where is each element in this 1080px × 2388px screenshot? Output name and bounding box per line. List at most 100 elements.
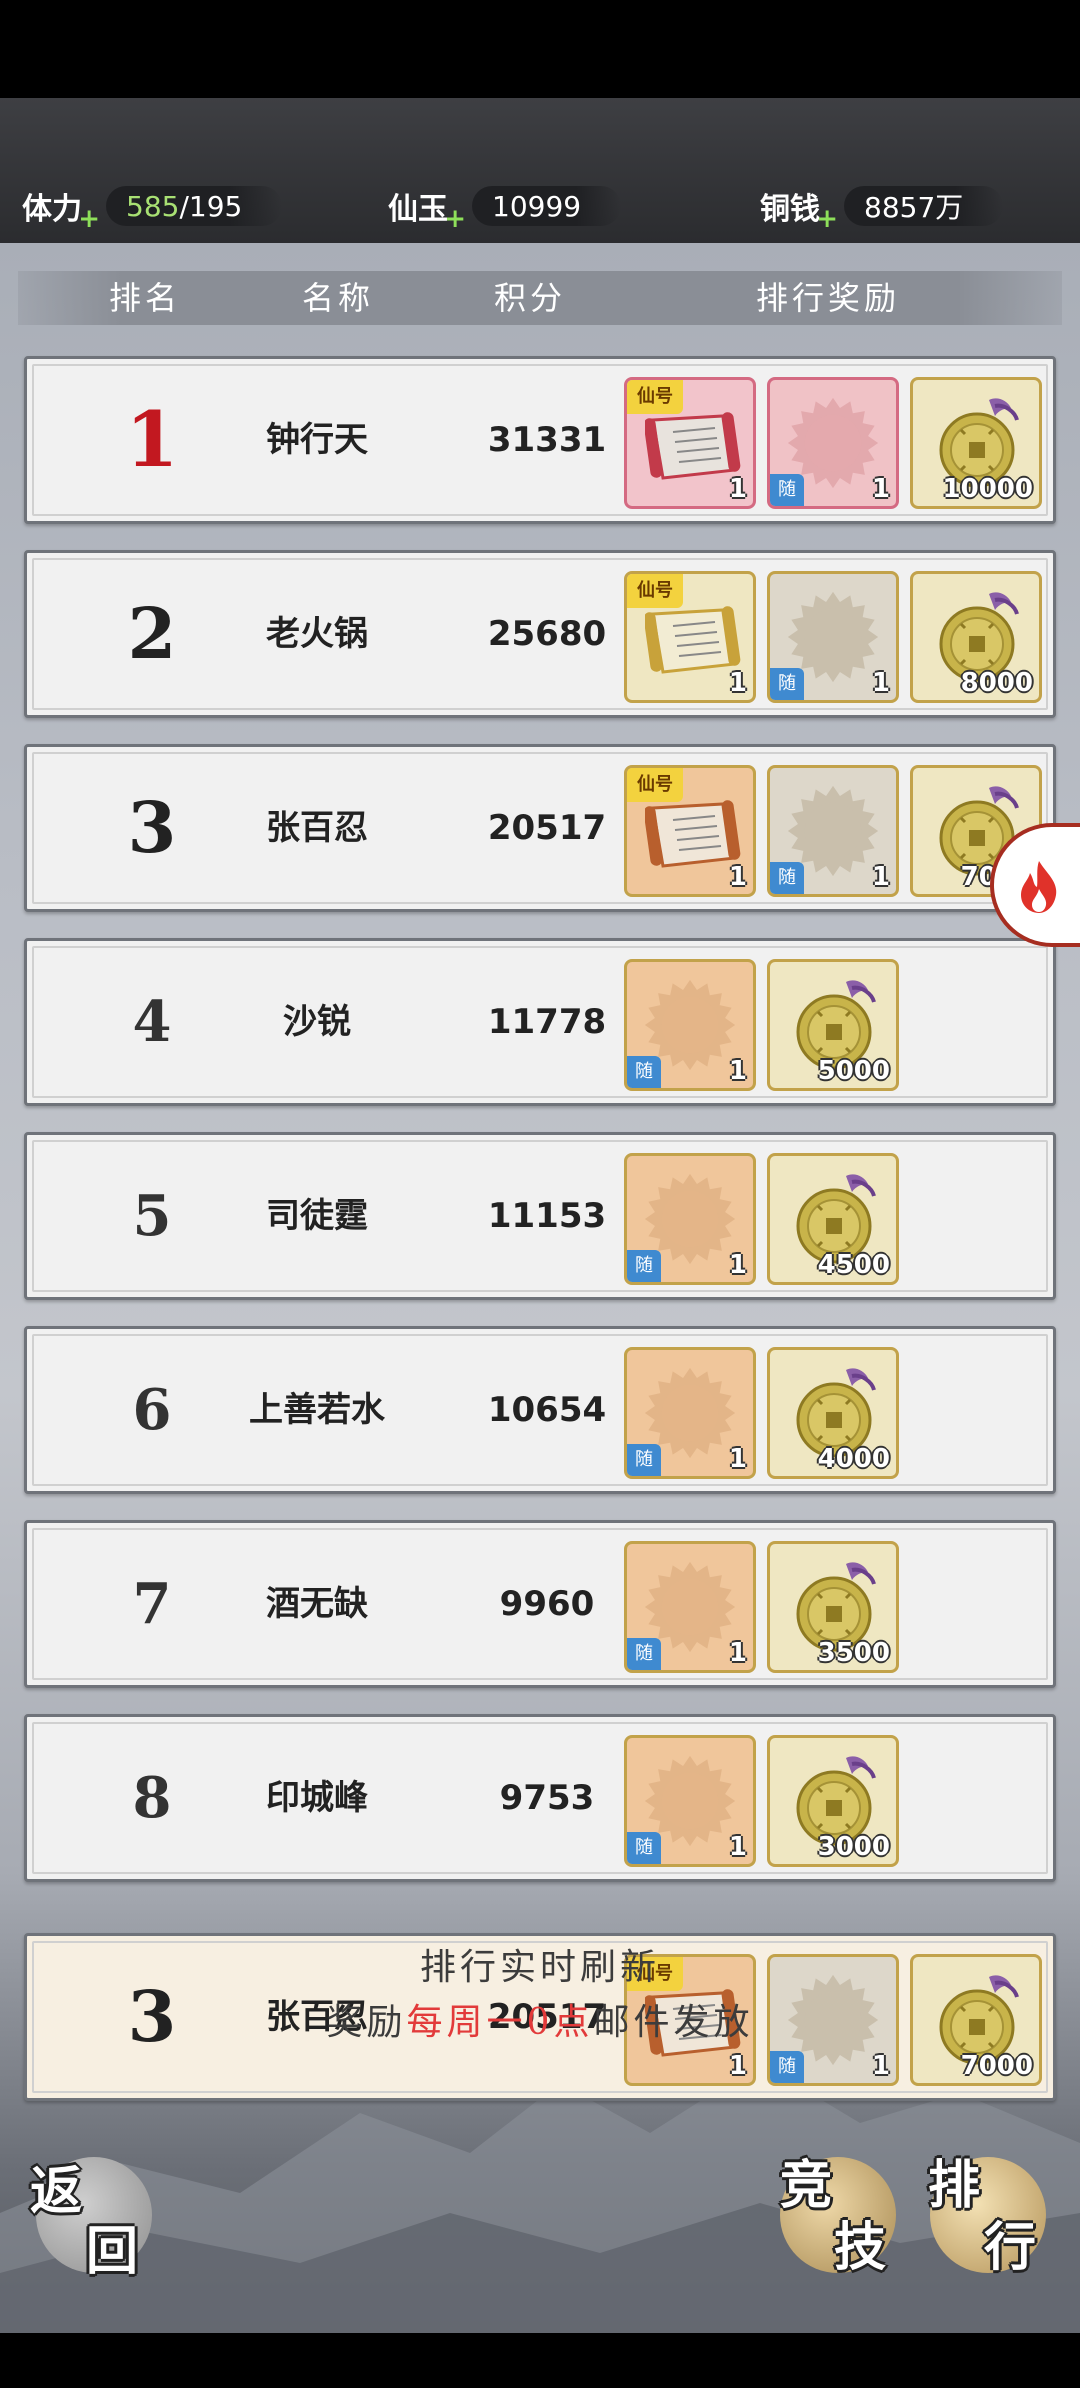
ranking-button[interactable]: 排 行: [928, 2155, 1046, 2278]
copper-pill: 8857万: [844, 186, 1004, 226]
stamina-label: 体力 +: [22, 192, 100, 234]
navigation-bar-area: [0, 2333, 1080, 2388]
item-quantity: 1: [871, 862, 890, 892]
ranking-char-1: 排: [928, 2155, 981, 2216]
jade-value: 10999: [492, 189, 582, 223]
title-reward-item[interactable]: 仙号 1: [624, 765, 756, 897]
random-reward-item[interactable]: 随1: [624, 1541, 756, 1673]
item-quantity: 4500: [817, 1250, 890, 1280]
player-score: 11778: [487, 1002, 607, 1042]
ranking-row[interactable]: 2 老火锅 25680 仙号 1 随 1 8000: [24, 550, 1056, 718]
copper-label: 铜钱 +: [760, 192, 838, 234]
stamina-pill: 585/195: [106, 186, 283, 226]
random-tag-badge: 随: [770, 474, 804, 506]
player-name: 司徒霆: [266, 1196, 368, 1236]
item-quantity: 1: [871, 474, 890, 504]
random-reward-item[interactable]: 随1: [624, 1347, 756, 1479]
rank-number: 8: [132, 1765, 172, 1831]
copper-reward-item[interactable]: 4000: [767, 1347, 899, 1479]
player-score: 9753: [499, 1778, 595, 1818]
item-quantity: 7000: [960, 2051, 1033, 2081]
random-reward-item[interactable]: 随1: [624, 959, 756, 1091]
player-score: 9960: [499, 1584, 595, 1624]
copper-reward-item[interactable]: 3500: [767, 1541, 899, 1673]
item-quantity: 1: [728, 1444, 747, 1474]
item-quantity: 4000: [817, 1444, 890, 1474]
title-reward-item[interactable]: 仙号 1: [624, 377, 756, 509]
back-char-1: 返: [30, 2161, 83, 2222]
header-name: 名称: [301, 279, 374, 317]
item-quantity: 8000: [960, 668, 1033, 698]
title-scroll-icon: [645, 800, 741, 868]
fire-icon: [1021, 861, 1057, 913]
title-reward-item[interactable]: 仙号 1: [624, 571, 756, 703]
item-quantity: 1: [728, 668, 747, 698]
item-quantity: 1: [871, 668, 890, 698]
item-quantity: 1: [728, 1250, 747, 1280]
item-quantity: 3000: [817, 1832, 890, 1862]
player-score: 25680: [487, 614, 607, 654]
rank-number: 3: [127, 786, 177, 869]
random-tag-badge: 随: [627, 1250, 661, 1282]
item-quantity: 1: [728, 1638, 747, 1668]
rank-number: 7: [132, 1571, 172, 1637]
reward-hint: 奖励每周一0点邮件发放: [326, 2002, 754, 2043]
table-header: 排名 名称 积分 排行奖励: [18, 271, 1062, 325]
title-tag-badge: 仙号: [627, 380, 683, 414]
player-name: 老火锅: [266, 614, 368, 654]
reward-time-highlight: 每周一0点: [406, 2002, 594, 2043]
player-score: 31331: [487, 420, 607, 460]
copper-plus-icon[interactable]: +: [816, 204, 838, 234]
item-quantity: 1: [728, 474, 747, 504]
stamina-plus-icon[interactable]: +: [78, 204, 100, 234]
rank-number: 1: [125, 395, 179, 484]
random-tag-badge: 随: [627, 1832, 661, 1864]
rank-number: 6: [132, 1377, 172, 1443]
player-name: 酒无缺: [266, 1584, 368, 1624]
back-button[interactable]: 返 回: [30, 2157, 152, 2282]
header-score: 积分: [493, 279, 566, 317]
ranking-row[interactable]: 1 钟行天 31331 仙号 1 随 1 10000: [24, 356, 1056, 524]
title-tag-badge: 仙号: [627, 768, 683, 802]
stamina-current: 585: [126, 189, 180, 223]
random-reward-item[interactable]: 随1: [767, 377, 899, 509]
ranking-char-2: 行: [984, 2217, 1037, 2278]
player-name: 沙锐: [283, 1002, 351, 1042]
random-tag-badge: 随: [770, 2051, 804, 2083]
ranking-row[interactable]: 4 沙锐 11778 随 1 5000: [24, 938, 1056, 1106]
jade-plus-icon[interactable]: +: [444, 204, 466, 234]
rank-number: 5: [132, 1183, 172, 1249]
player-name: 上善若水: [249, 1390, 385, 1430]
random-tag-badge: 随: [770, 862, 804, 894]
ranking-row[interactable]: 6 上善若水 10654 随 1 4000: [24, 1326, 1056, 1494]
copper-reward-item[interactable]: 8000: [910, 571, 1042, 703]
player-name: 钟行天: [266, 420, 368, 460]
header-rank: 排名: [108, 279, 181, 317]
random-reward-item[interactable]: 随1: [767, 765, 899, 897]
random-reward-item[interactable]: 随1: [767, 571, 899, 703]
copper-reward-item[interactable]: 10000: [910, 377, 1042, 509]
stamina-stat: 体力 + 585/195: [22, 184, 283, 234]
random-reward-item[interactable]: 随1: [624, 1153, 756, 1285]
player-name: 张百忍: [266, 808, 368, 848]
item-quantity: 1: [728, 862, 747, 892]
copper-reward-item[interactable]: 5000: [767, 959, 899, 1091]
item-quantity: 3500: [817, 1638, 890, 1668]
ranking-row[interactable]: 5 司徒霆 11153 随 1 4500: [24, 1132, 1056, 1300]
refresh-hint: 排行实时刷新: [419, 1947, 660, 1988]
title-scroll-icon: [645, 412, 741, 480]
arena-button[interactable]: 竞 技: [780, 2155, 896, 2278]
ranking-row[interactable]: 8 印城峰 9753 随 1 3000: [24, 1714, 1056, 1882]
copper-reward-item[interactable]: 4500: [767, 1153, 899, 1285]
item-quantity: 10000: [942, 474, 1033, 504]
ranking-row[interactable]: 7 酒无缺 9960 随 1 3500: [24, 1520, 1056, 1688]
copper-reward-item[interactable]: 3000: [767, 1735, 899, 1867]
status-bar-area: [0, 0, 1080, 98]
random-reward-item[interactable]: 随1: [624, 1735, 756, 1867]
jade-label: 仙玉 +: [388, 192, 466, 234]
item-quantity: 5000: [817, 1056, 890, 1086]
item-quantity: 1: [728, 2051, 747, 2081]
ranking-row[interactable]: 3张百忍20517 仙号1随1 7000: [24, 744, 1056, 912]
arena-char-2: 技: [834, 2217, 887, 2278]
arena-char-1: 竞: [780, 2155, 833, 2216]
